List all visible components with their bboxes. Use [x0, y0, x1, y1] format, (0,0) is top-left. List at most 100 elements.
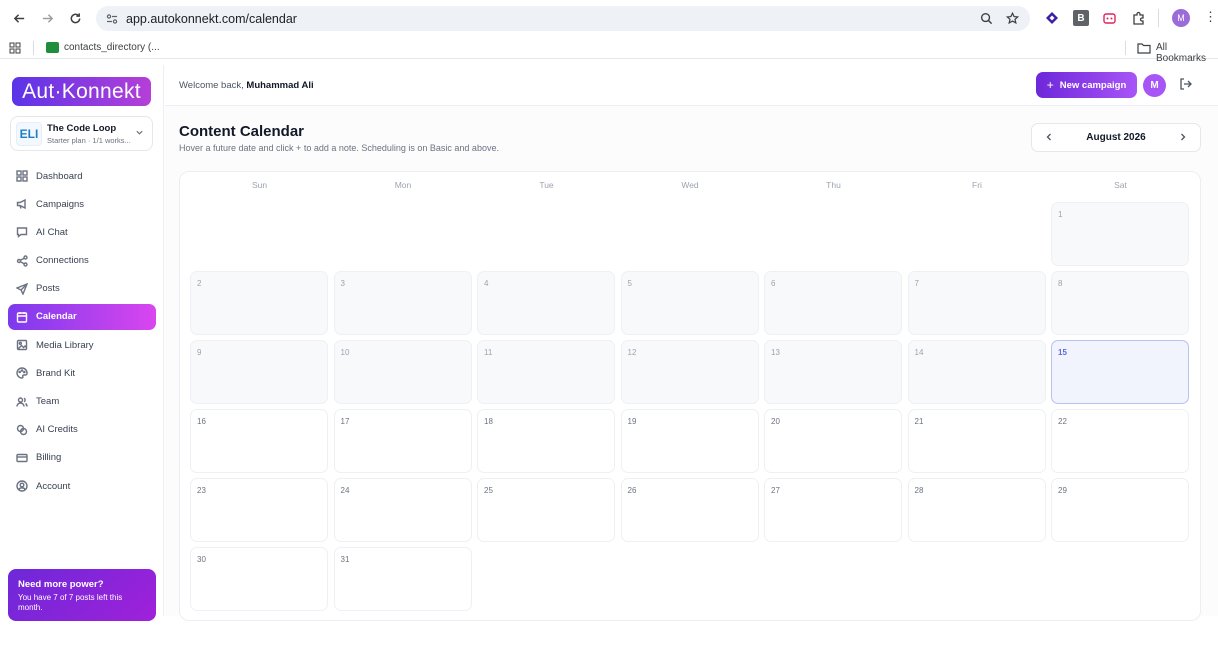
sidebar-item-posts[interactable]: Posts	[8, 276, 156, 302]
calendar-day[interactable]: 9	[190, 340, 328, 404]
calendar-day[interactable]: 13	[764, 340, 902, 404]
extensions-puzzle-icon[interactable]	[1131, 10, 1147, 26]
calendar-day[interactable]: 23	[190, 478, 328, 542]
profile-avatar[interactable]: M	[1172, 9, 1190, 27]
user-avatar[interactable]: M	[1143, 74, 1166, 97]
zoom-icon[interactable]	[980, 12, 993, 25]
sidebar-item-label: Media Library	[36, 339, 94, 351]
sidebar-item-account[interactable]: Account	[8, 473, 156, 499]
all-bookmarks[interactable]: All Bookmarks	[1156, 42, 1218, 64]
workspace-plan: Starter plan · 1/1 works...	[47, 135, 131, 145]
sidebar-item-label: Calendar	[36, 311, 77, 323]
calendar-day[interactable]: 7	[907, 271, 1046, 335]
calendar-day[interactable]: 16	[190, 409, 328, 473]
weekday-label: Sun	[251, 180, 268, 190]
calendar-day[interactable]: 12	[620, 340, 759, 404]
calendar-day[interactable]: 29	[1051, 478, 1189, 542]
day-number: 3	[340, 279, 345, 288]
send-icon	[16, 282, 28, 295]
sidebar-item-calendar[interactable]: Calendar	[8, 303, 156, 330]
sidebar-item-label: AI Chat	[36, 226, 68, 238]
sidebar-item-ai-credits[interactable]: AI Credits	[8, 417, 156, 443]
weekday-label: Thu	[826, 180, 841, 190]
prev-month-icon[interactable]	[1042, 130, 1056, 145]
calendar-day[interactable]: 17	[333, 409, 472, 473]
calendar-day[interactable]: 31	[333, 547, 472, 611]
calendar-day[interactable]: 5	[620, 271, 759, 335]
month-label: August 2026	[1086, 132, 1146, 143]
calendar-day[interactable]: 1	[1051, 202, 1189, 266]
calendar-day[interactable]: 22	[1051, 409, 1189, 473]
day-number: 4	[484, 279, 489, 288]
sidebar-item-ai-chat[interactable]: AI Chat	[8, 219, 156, 245]
weekday-label: Fri	[972, 180, 982, 190]
topbar: Welcome back, Muhammad Ali + New campaig…	[165, 65, 1218, 106]
chevron-down-icon	[135, 128, 144, 139]
calendar-day[interactable]: 30	[190, 547, 328, 611]
calendar-day[interactable]: 3	[333, 271, 472, 335]
browser-menu-icon[interactable]: ⋮	[1204, 9, 1217, 25]
toolbar-divider	[1158, 9, 1159, 27]
next-month-icon[interactable]	[1176, 130, 1190, 145]
sidebar-item-connections[interactable]: Connections	[8, 248, 156, 274]
back-icon[interactable]	[8, 7, 30, 29]
workspace-switcher[interactable]: ELI The Code Loop Starter plan · 1/1 wor…	[10, 116, 153, 151]
upsell-text: You have 7 of 7 posts left this month.	[18, 593, 123, 612]
calendar-day[interactable]: 4	[477, 271, 615, 335]
calendar-day[interactable]: 6	[764, 271, 902, 335]
page-subtitle: Hover a future date and click + to add a…	[179, 143, 499, 153]
calendar-day[interactable]: 11	[477, 340, 615, 404]
main-content: Welcome back, Muhammad Ali + New campaig…	[165, 65, 1218, 621]
calendar-day[interactable]: 10	[333, 340, 472, 404]
user-name: Muhammad Ali	[246, 80, 314, 91]
user-circle-icon	[16, 480, 28, 492]
calendar-day[interactable]: 24	[333, 478, 472, 542]
sidebar-item-team[interactable]: Team	[8, 389, 156, 415]
extension-diamond-icon[interactable]	[1044, 10, 1060, 26]
day-number: 22	[1058, 417, 1067, 426]
grid-icon	[16, 170, 28, 182]
app-logo[interactable]: Aut·Konnekt	[12, 77, 151, 106]
calendar-day[interactable]: 25	[477, 478, 615, 542]
weekday-label: Sat	[1114, 180, 1127, 190]
calendar-day[interactable]: 19	[620, 409, 759, 473]
forward-icon[interactable]	[36, 7, 58, 29]
site-settings-icon[interactable]	[106, 13, 118, 25]
sidebar-item-media-library[interactable]: Media Library	[8, 332, 156, 358]
calendar-day[interactable]: 27	[764, 478, 902, 542]
bookmark-divider-right	[1125, 41, 1126, 55]
calendar-day[interactable]: 8	[1051, 271, 1189, 335]
calendar-day[interactable]: 14	[907, 340, 1046, 404]
apps-grid-icon[interactable]	[9, 42, 21, 54]
calendar-day-today[interactable]: 15	[1051, 340, 1189, 404]
calendar-day[interactable]: 21	[907, 409, 1046, 473]
calendar-day[interactable]: 20	[764, 409, 902, 473]
bookmarks-bar: contacts_directory (... All Bookmarks	[0, 37, 1218, 64]
calendar-day[interactable]: 18	[477, 409, 615, 473]
new-campaign-button[interactable]: + New campaign	[1036, 72, 1137, 98]
url-text[interactable]: app.autokonnekt.com/calendar	[126, 12, 297, 26]
upsell-card[interactable]: Need more power? You have 7 of 7 posts l…	[8, 569, 156, 621]
logout-icon[interactable]	[1179, 77, 1193, 91]
reload-icon[interactable]	[64, 7, 86, 29]
calendar-day[interactable]: 26	[620, 478, 759, 542]
chat-icon	[16, 226, 28, 239]
calendar-day[interactable]: 2	[190, 271, 328, 335]
day-number: 7	[914, 279, 919, 288]
bookmark-contacts-directory[interactable]: contacts_directory (...	[64, 42, 160, 53]
day-number: 17	[340, 417, 350, 426]
sidebar-item-brand-kit[interactable]: Brand Kit	[8, 360, 156, 386]
sidebar-menu: Dashboard Campaigns AI Chat Connections Post…	[8, 163, 156, 501]
sidebar-item-campaigns[interactable]: Campaigns	[8, 191, 156, 217]
calendar-day[interactable]: 28	[907, 478, 1046, 542]
extension-robot-icon[interactable]	[1101, 10, 1117, 26]
welcome-message: Welcome back, Muhammad Ali	[179, 80, 314, 91]
bookmark-star-icon[interactable]	[1006, 12, 1019, 25]
weekday-label: Tue	[539, 180, 554, 190]
browser-toolbar: app.autokonnekt.com/calendar B M ⋮	[0, 0, 1218, 37]
sidebar-item-dashboard[interactable]: Dashboard	[8, 163, 156, 189]
address-bar[interactable]: app.autokonnekt.com/calendar	[96, 6, 1030, 31]
sidebar-item-billing[interactable]: Billing	[8, 445, 156, 471]
day-number: 18	[484, 417, 493, 426]
extension-b-icon[interactable]: B	[1073, 10, 1089, 26]
